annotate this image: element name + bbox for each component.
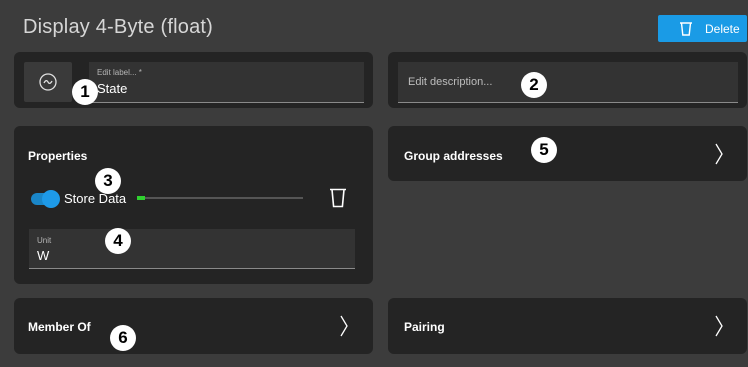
- description-placeholder: Edit description...: [408, 76, 493, 88]
- label-field[interactable]: Edit label... * State: [89, 62, 364, 103]
- trash-icon[interactable]: [329, 187, 347, 213]
- chevron-right-icon: [715, 143, 723, 170]
- label-icon-button[interactable]: [24, 62, 72, 102]
- trash-icon: [679, 21, 693, 39]
- marker-2: 2: [521, 72, 547, 98]
- unit-field[interactable]: Unit W: [29, 229, 355, 269]
- store-level-slider[interactable]: [137, 197, 303, 199]
- delete-button[interactable]: Delete: [658, 15, 747, 42]
- chevron-right-icon: [340, 315, 348, 342]
- store-level-fill: [137, 196, 145, 200]
- member-of-label: Member Of: [28, 320, 91, 334]
- label-field-value: State: [97, 81, 128, 96]
- marker-4: 4: [105, 228, 131, 254]
- unit-value: W: [37, 248, 50, 263]
- description-field[interactable]: Edit description...: [398, 62, 738, 103]
- tilde-circle-icon: [39, 73, 57, 96]
- store-data-label: Store Data: [64, 191, 127, 206]
- page-title: Display 4-Byte (float): [23, 16, 214, 38]
- properties-heading: Properties: [28, 149, 88, 163]
- marker-1: 1: [72, 79, 98, 105]
- toggle-knob: [42, 190, 60, 208]
- delete-label: Delete: [705, 22, 740, 36]
- marker-3: 3: [95, 168, 121, 194]
- marker-6: 6: [110, 325, 136, 351]
- chevron-right-icon: [715, 315, 723, 342]
- group-addresses-label: Group addresses: [404, 149, 503, 163]
- label-field-caption: Edit label... *: [97, 68, 142, 77]
- marker-5: 5: [531, 137, 557, 163]
- unit-caption: Unit: [37, 236, 52, 245]
- pairing-label: Pairing: [404, 320, 445, 334]
